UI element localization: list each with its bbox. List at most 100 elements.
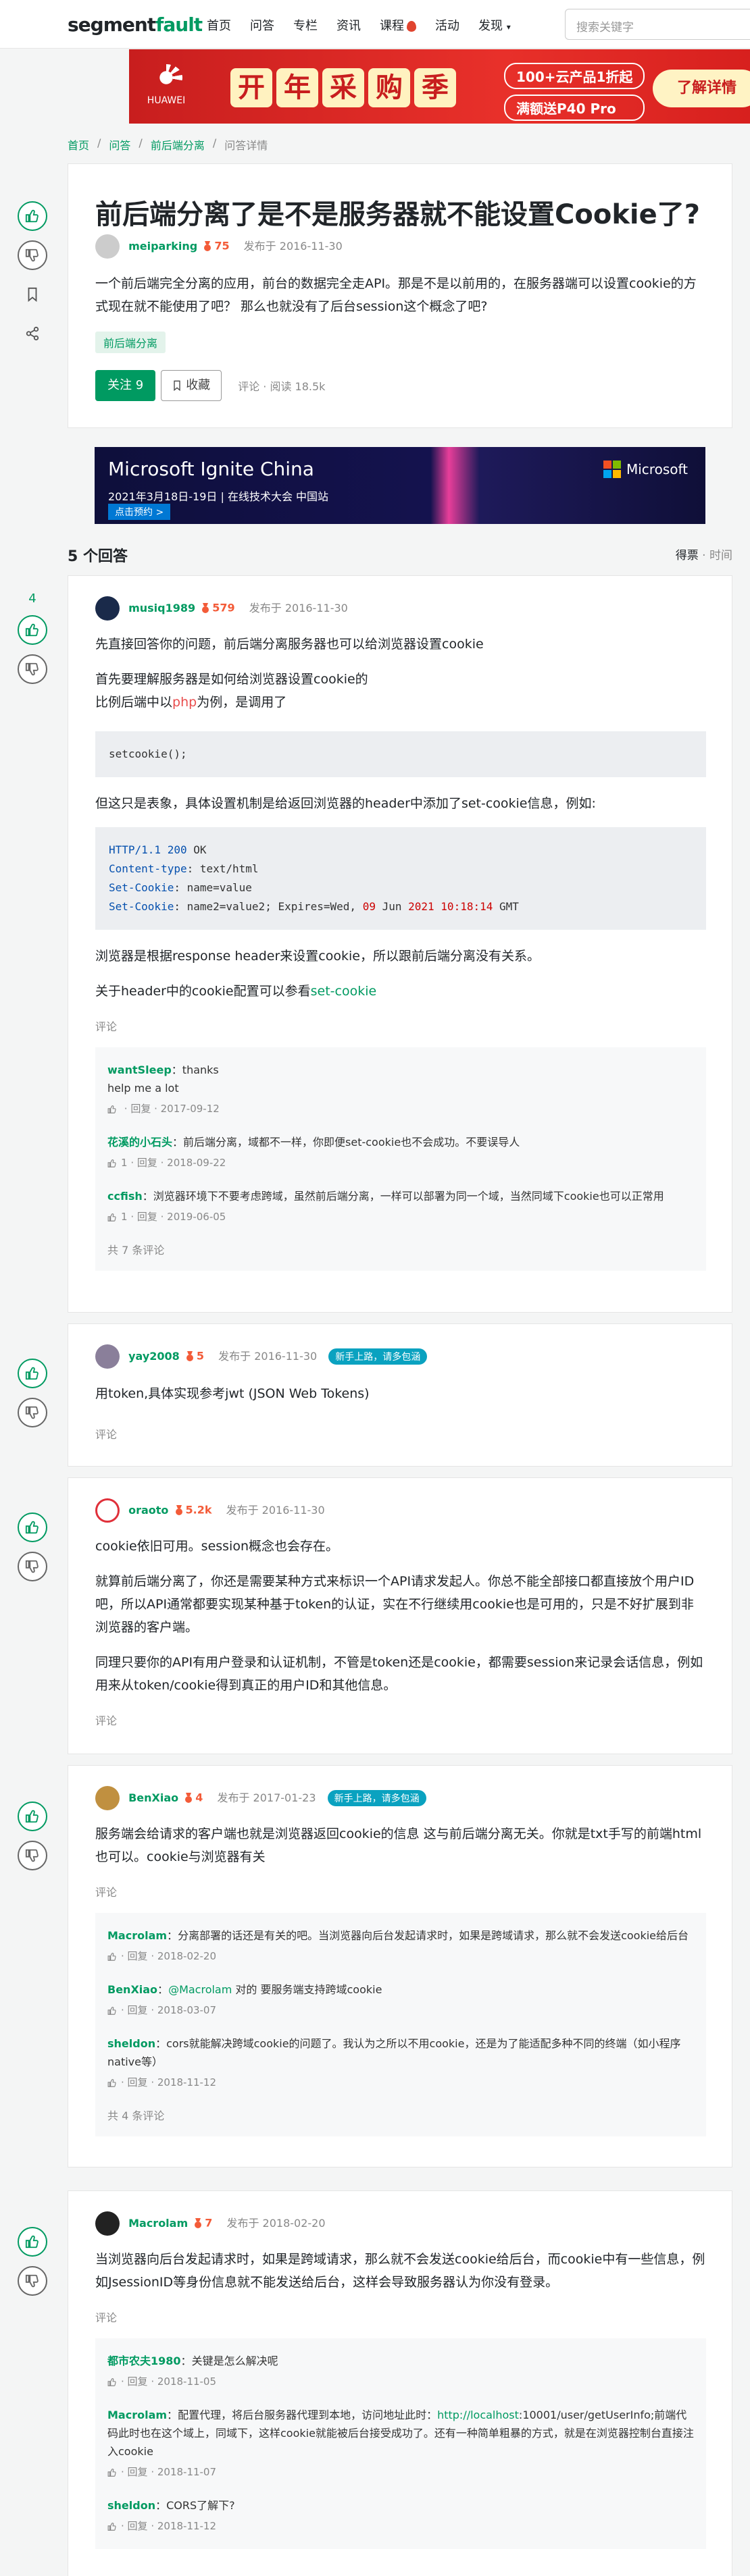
nav-column[interactable]: 专栏 (293, 16, 318, 34)
code-token: 200 (167, 843, 187, 856)
comment-author[interactable]: Macrolam (107, 2409, 167, 2421)
avatar[interactable] (95, 1786, 120, 1810)
medal-icon (195, 2218, 202, 2228)
avatar[interactable] (95, 1498, 120, 1523)
reply-date[interactable]: 回复 · 2018-03-07 (128, 2004, 216, 2016)
comment-link[interactable]: 评论 (95, 1425, 117, 1442)
follow-button[interactable]: 关注 9 (95, 370, 156, 401)
microsoft-ignite-ad[interactable]: Microsoft Ignite China 2021年3月18日-19日 | … (95, 447, 705, 524)
collect-button[interactable]: 收藏 (161, 370, 222, 401)
set-cookie-link[interactable]: set-cookie (311, 984, 377, 999)
comment-author[interactable]: BenXiao (107, 1983, 157, 1996)
avatar[interactable] (95, 234, 120, 259)
author-name[interactable]: yay2008 (128, 1350, 180, 1363)
comment-author[interactable]: Macrolam (107, 1929, 167, 1942)
downvote-button[interactable] (18, 1398, 47, 1427)
comment-link[interactable]: 评论 (95, 1712, 706, 1728)
comment-author[interactable]: sheldon (107, 2499, 155, 2512)
downvote-button[interactable] (18, 240, 47, 270)
comment-link[interactable]: 评论 (95, 1018, 706, 1034)
upvote-button[interactable] (18, 2227, 47, 2257)
downvote-button[interactable] (18, 2266, 47, 2296)
breadcrumb-home[interactable]: 首页 (68, 136, 89, 153)
upvote-button[interactable] (18, 1513, 47, 1542)
author-name[interactable]: BenXiao (128, 1791, 178, 1804)
answer-sort: 得票 · 时间 (676, 546, 732, 562)
code-line: Set-Cookie: name=value (109, 878, 693, 897)
share-button[interactable] (18, 319, 47, 348)
sort-by-time[interactable]: 时间 (709, 549, 732, 562)
comment-link[interactable]: 评论 (95, 1883, 706, 1899)
comment-author[interactable]: 花溪的小石头 (107, 1136, 172, 1149)
reply-date[interactable]: 回复 · 2018-11-07 (128, 2466, 216, 2478)
thumbs-up-icon[interactable] (107, 1213, 117, 1222)
upvote-button[interactable] (18, 615, 47, 645)
nav-news[interactable]: 资讯 (336, 16, 361, 34)
nav-events[interactable]: 活动 (435, 16, 459, 34)
reply-date[interactable]: 回复 · 2018-11-12 (128, 2520, 216, 2532)
more-comments-link[interactable]: 共 7 条评论 (107, 1241, 694, 1257)
comment-item: wantSleep：thanks help me a lot · 回复 · 201… (107, 1061, 694, 1118)
answer-card: BenXiao 4 发布于 2017-01-23 新手上路，请多包涵 服务端会给… (68, 1765, 732, 2167)
comment-author[interactable]: wantSleep (107, 1063, 172, 1076)
reply-date[interactable]: 回复 · 2018-02-20 (128, 1950, 216, 1962)
comment-meta: · 回复 · 2018-11-12 (107, 2074, 694, 2092)
avatar[interactable] (95, 596, 120, 621)
site-logo[interactable]: segmentfault (68, 14, 203, 36)
reply-date[interactable]: 回复 · 2018-11-12 (128, 2076, 216, 2088)
upvote-button[interactable] (18, 1802, 47, 1831)
thumbs-down-icon (25, 2274, 39, 2288)
huawei-banner-ad[interactable]: HUAWEI 开 年 采 购 季 100+云产品1折起 满额送P40 Pro 了… (129, 49, 750, 124)
comment-text: CORS了解下? (166, 2499, 235, 2512)
more-comments-link[interactable]: 共 4 条评论 (107, 2107, 694, 2123)
author-name[interactable]: meiparking (128, 240, 197, 253)
thumbs-up-icon[interactable] (107, 2006, 117, 2016)
avatar[interactable] (95, 1344, 120, 1369)
nav-course-label: 课程 (380, 19, 404, 33)
banner-badge: 满额送P40 Pro (504, 95, 645, 121)
reply-date[interactable]: 回复 · 2018-11-05 (128, 2375, 216, 2388)
thumbs-up-icon[interactable] (107, 1952, 117, 1962)
thumbs-up-icon[interactable] (107, 1159, 117, 1168)
nav-qa[interactable]: 问答 (250, 16, 274, 34)
search-input[interactable]: 搜索关键字 (565, 9, 750, 40)
thumbs-up-icon[interactable] (107, 2522, 117, 2531)
comment-list: Macrolam：分离部署的话还是有关的吧。当浏览器向后台发起请求时，如果是跨域… (95, 1913, 706, 2136)
downvote-button[interactable] (18, 1552, 47, 1581)
bookmark-button[interactable] (18, 280, 47, 309)
reply-date[interactable]: 回复 · 2017-09-12 (130, 1103, 219, 1115)
upvote-button[interactable] (18, 1359, 47, 1388)
reply-date[interactable]: 回复 · 2019-06-05 (137, 1211, 226, 1223)
thumbs-up-icon[interactable] (107, 2078, 117, 2088)
comment-link[interactable]: 评论 (95, 2309, 706, 2325)
author-name[interactable]: musiq1989 (128, 602, 195, 614)
avatar[interactable] (95, 2211, 120, 2236)
upvote-button[interactable] (18, 201, 47, 231)
answer-body: 先直接回答你的问题，前后端分离服务器也可以给浏览器设置cookie 首先要理解服… (95, 633, 706, 1271)
thumbs-up-icon[interactable] (107, 2468, 117, 2477)
comment-author[interactable]: ccfish (107, 1190, 143, 1203)
comment-author[interactable]: sheldon (107, 2037, 155, 2050)
downvote-button[interactable] (18, 654, 47, 684)
microsoft-squares-icon (603, 461, 621, 478)
mention-link[interactable]: @Macrolam (168, 1983, 232, 1996)
localhost-link[interactable]: http://localhost (437, 2409, 519, 2421)
thumbs-up-icon[interactable] (107, 2377, 117, 2387)
author-name[interactable]: oraoto (128, 1504, 168, 1517)
downvote-button[interactable] (18, 1841, 47, 1870)
nav-course[interactable]: 课程 (380, 16, 416, 34)
author-name[interactable]: Macrolam (128, 2217, 188, 2230)
question-tag[interactable]: 前后端分离 (95, 332, 166, 353)
thumbs-up-icon (25, 2235, 39, 2249)
comment-author[interactable]: 都市农夫1980 (107, 2355, 181, 2367)
breadcrumb-tag[interactable]: 前后端分离 (151, 136, 205, 153)
ad-cta-button[interactable]: 点击预约 > (108, 504, 171, 520)
breadcrumb-qa[interactable]: 问答 (109, 136, 130, 153)
thumbs-up-icon[interactable] (107, 1105, 117, 1114)
banner-learn-more-button[interactable]: 了解详情 (653, 70, 750, 107)
reply-date[interactable]: 回复 · 2018-09-22 (137, 1157, 226, 1169)
nav-discover[interactable]: 发现 ▾ (478, 16, 511, 34)
sort-by-votes[interactable]: 得票 (676, 549, 699, 562)
post-date: 发布于 2018-02-20 (226, 2216, 326, 2230)
nav-home[interactable]: 首页 (207, 16, 231, 34)
